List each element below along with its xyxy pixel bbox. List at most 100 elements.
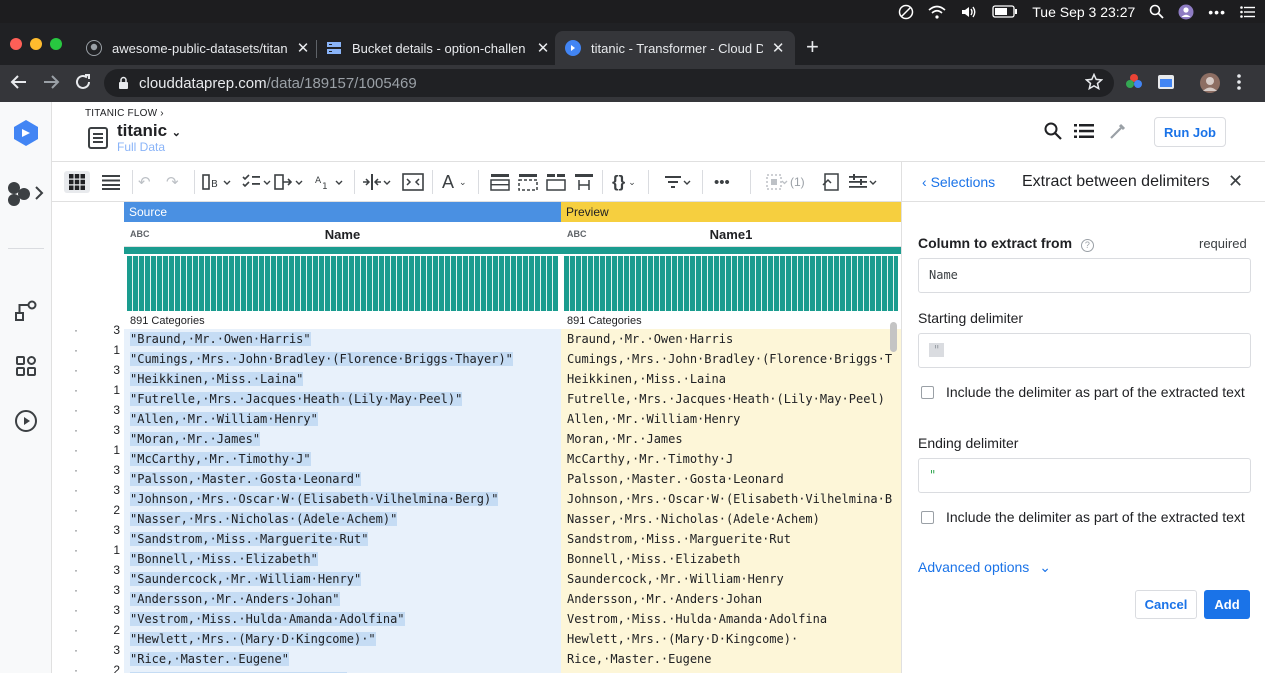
new-tab-button[interactable]: +: [806, 36, 819, 58]
preview-cell[interactable]: Hewlett,·Mrs.·(Mary·D·Kingcome)·: [561, 629, 901, 649]
wifi-icon[interactable]: [928, 0, 946, 23]
spotlight-search-icon[interactable]: [1149, 0, 1164, 23]
preview-column[interactable]: Preview ABC Name1 891 Categories Braund,…: [561, 202, 901, 673]
source-histogram[interactable]: [127, 256, 558, 311]
sample-label[interactable]: Full Data: [117, 140, 165, 154]
source-cell[interactable]: "Futrelle,·Mrs.·Jacques·Heath·(Lily·May·…: [124, 389, 561, 409]
preview-cell[interactable]: Heikkinen,·Miss.·Laina: [561, 369, 901, 389]
split-column-icon[interactable]: [362, 171, 392, 193]
preview-cell[interactable]: Braund,·Mr.·Owen·Harris: [561, 329, 901, 349]
starting-delimiter-input[interactable]: ": [918, 333, 1251, 368]
more-tools-icon[interactable]: •••: [714, 171, 730, 193]
back-arrow-icon[interactable]: [10, 73, 28, 95]
cancel-button[interactable]: Cancel: [1135, 590, 1197, 619]
source-cell[interactable]: "Allen,·Mr.·William·Henry": [124, 409, 561, 429]
list-view-icon[interactable]: [1074, 123, 1094, 142]
window-zoom-button[interactable]: [50, 38, 62, 50]
join-icon[interactable]: [574, 171, 594, 193]
preview-cell[interactable]: Williams,·Mr.·Charles·Eugene: [561, 669, 901, 673]
source-column-header[interactable]: ABC Name: [124, 222, 561, 247]
search-icon[interactable]: [1044, 122, 1062, 143]
window-minimize-button[interactable]: [30, 38, 42, 50]
preview-cell[interactable]: Allen,·Mr.·William·Henry: [561, 409, 901, 429]
data-quality-bar[interactable]: [124, 247, 561, 254]
profile-avatar[interactable]: [1200, 73, 1220, 97]
preview-cell[interactable]: Palsson,·Master.·Gosta·Leonard: [561, 469, 901, 489]
preview-cell[interactable]: Rice,·Master.·Eugene: [561, 649, 901, 669]
source-cell[interactable]: "Heikkinen,·Miss.·Laina": [124, 369, 561, 389]
source-cell[interactable]: "Braund,·Mr.·Owen·Harris": [124, 329, 561, 349]
source-cell[interactable]: "Saundercock,·Mr.·William·Henry": [124, 569, 561, 589]
source-cell[interactable]: "Williams,·Mr.·Charles·Eugene": [124, 669, 561, 673]
restructure-icon[interactable]: [274, 171, 304, 193]
preview-cell[interactable]: McCarthy,·Mr.·Timothy·J: [561, 449, 901, 469]
reload-icon[interactable]: [74, 73, 92, 95]
preview-cell[interactable]: Vestrom,·Miss.·Hulda·Amanda·Adolfina: [561, 609, 901, 629]
help-icon[interactable]: ?: [1080, 239, 1094, 252]
list-view-icon[interactable]: [102, 171, 120, 193]
preview-column-header[interactable]: ABC Name1: [561, 222, 901, 247]
pipeline-icon[interactable]: [12, 297, 40, 325]
preview-cell[interactable]: Saundercock,·Mr.·William·Henry: [561, 569, 901, 589]
source-column[interactable]: Source ABC Name 891 Categories "Braund,·…: [124, 202, 561, 673]
source-cell[interactable]: "Andersson,·Mr.·Anders·Johan": [124, 589, 561, 609]
ending-delimiter-input[interactable]: ": [918, 458, 1251, 493]
window-close-button[interactable]: [10, 38, 22, 50]
source-cell[interactable]: "Vestrom,·Miss.·Hulda·Amanda·Adolfina": [124, 609, 561, 629]
filter-icon[interactable]: [664, 171, 692, 193]
eyedropper-icon[interactable]: [1108, 121, 1128, 144]
column-settings-icon[interactable]: [848, 171, 878, 193]
more-menu-icon[interactable]: •••: [1208, 0, 1226, 23]
source-cell[interactable]: "McCarthy,·Mr.·Timothy·J": [124, 449, 561, 469]
source-cell[interactable]: "Cumings,·Mrs.·John·Bradley·(Florence·Br…: [124, 349, 561, 369]
preview-cell[interactable]: Nasser,·Mrs.·Nicholas·(Adele·Achem): [561, 509, 901, 529]
browser-menu-icon[interactable]: [1236, 73, 1242, 95]
preview-cell[interactable]: Bonnell,·Miss.·Elizabeth: [561, 549, 901, 569]
preview-cell[interactable]: Futrelle,·Mrs.·Jacques·Heath·(Lily·May·P…: [561, 389, 901, 409]
preview-cell[interactable]: Sandstrom,·Miss.·Marguerite·Rut: [561, 529, 901, 549]
add-button[interactable]: Add: [1204, 590, 1250, 619]
vertical-scrollbar[interactable]: [890, 322, 897, 352]
source-cell[interactable]: "Bonnell,·Miss.·Elizabeth": [124, 549, 561, 569]
run-job-button[interactable]: Run Job: [1154, 117, 1226, 147]
jobs-play-icon[interactable]: [12, 407, 40, 435]
include-end-delimiter-checkbox[interactable]: [921, 511, 934, 524]
selections-back-link[interactable]: ‹ Selections: [922, 174, 995, 190]
browser-tab-dataprep[interactable]: titanic - Transformer - Cloud D ✕: [555, 31, 795, 65]
forward-arrow-icon[interactable]: [42, 73, 60, 95]
insert-row-icon[interactable]: [490, 171, 510, 193]
dataprep-logo-icon[interactable]: [12, 119, 40, 147]
nested-functions-icon[interactable]: {} ⌄: [612, 171, 636, 193]
browser-tab-github[interactable]: awesome-public-datasets/titan ✕: [76, 31, 320, 65]
notification-center-icon[interactable]: [1240, 0, 1255, 23]
source-cell[interactable]: "Hewlett,·Mrs.·(Mary·D·Kingcome)·": [124, 629, 561, 649]
menubar-clock[interactable]: Tue Sep 3 23:27: [1032, 0, 1135, 23]
include-start-delimiter-checkbox[interactable]: [921, 386, 934, 399]
preview-cell[interactable]: Moran,·Mr.·James: [561, 429, 901, 449]
checklist-icon[interactable]: [242, 171, 272, 193]
data-quality-bar[interactable]: [561, 247, 901, 254]
source-cell[interactable]: "Rice,·Master.·Eugene": [124, 649, 561, 669]
source-cell[interactable]: "Palsson,·Master.·Gosta·Leonard": [124, 469, 561, 489]
close-icon[interactable]: ✕: [771, 39, 785, 57]
volume-icon[interactable]: [960, 0, 978, 23]
redo-icon[interactable]: ↷: [166, 171, 179, 193]
flow-breadcrumb[interactable]: TITANIC FLOW ›: [85, 108, 164, 119]
browser-tab-bucket[interactable]: Bucket details - option-challen ✕: [316, 31, 560, 65]
close-icon[interactable]: ✕: [536, 39, 550, 57]
flows-icon[interactable]: [6, 179, 46, 207]
bookmark-star-icon[interactable]: [1084, 72, 1104, 95]
preview-cell[interactable]: Cumings,·Mrs.·John·Bradley·(Florence·Bri…: [561, 349, 901, 369]
source-cell[interactable]: "Moran,·Mr.·James": [124, 429, 561, 449]
text-format-icon[interactable]: A ⌄: [442, 171, 467, 193]
grid-view-icon[interactable]: [64, 171, 90, 193]
close-icon[interactable]: ✕: [1228, 171, 1243, 192]
preview-cell[interactable]: Andersson,·Mr.·Anders·Johan: [561, 589, 901, 609]
filter-rows-icon[interactable]: [518, 171, 538, 193]
battery-icon[interactable]: [992, 0, 1018, 23]
extension-icon[interactable]: [1157, 73, 1175, 95]
dataset-title[interactable]: titanic ⌄: [117, 121, 181, 141]
source-cell[interactable]: "Johnson,·Mrs.·Oscar·W·(Elisabeth·Vilhel…: [124, 489, 561, 509]
user-account-icon[interactable]: [1178, 0, 1194, 23]
column-input[interactable]: Name: [918, 258, 1251, 293]
